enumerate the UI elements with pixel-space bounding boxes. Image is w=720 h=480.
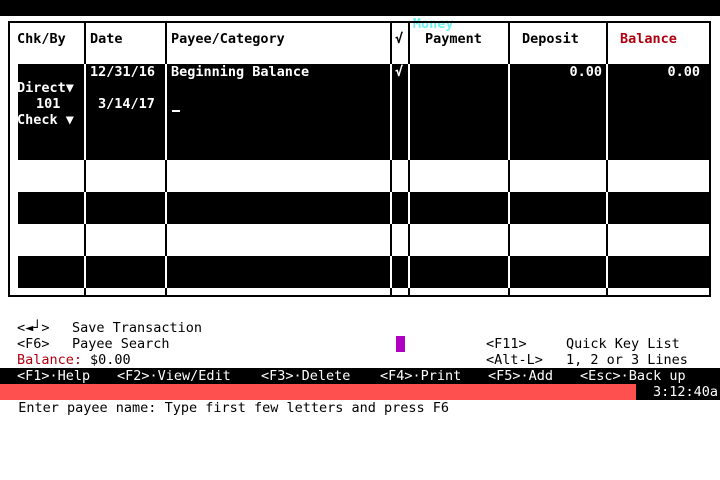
esc-back-up-key[interactable]: <Esc>·Back up xyxy=(580,368,686,384)
quick-key-list-label[interactable]: Quick Key List xyxy=(566,336,680,352)
f1-help-key[interactable]: <F1>·Help xyxy=(17,368,90,384)
scroll-up-arrow-icon[interactable]: ▲ xyxy=(701,80,709,96)
column-header-date: Date xyxy=(90,31,123,47)
payee-search-label[interactable]: Payee Search xyxy=(72,336,170,352)
column-header-payment: Payment xyxy=(425,31,482,47)
row2-method-dropdown-2[interactable]: Check ▼ xyxy=(17,112,74,128)
scroll-bottom-marker[interactable]: E xyxy=(701,272,709,288)
column-header-payee: Payee/Category xyxy=(171,31,285,47)
scroll-down-arrow-icon[interactable]: ▼ xyxy=(701,256,709,272)
column-divider xyxy=(390,256,392,288)
scroll-top-marker[interactable]: H xyxy=(701,64,709,80)
row1-deposit[interactable]: 0.00 xyxy=(522,64,602,80)
row2-check-number[interactable]: 101 xyxy=(36,96,60,112)
row1-payee[interactable]: Beginning Balance xyxy=(171,64,309,80)
status-message: Enter payee name: Type first few letters… xyxy=(18,400,450,416)
column-divider xyxy=(165,256,167,288)
column-header-balance: Balance xyxy=(620,31,677,47)
row1-cleared-mark[interactable]: √ xyxy=(395,64,403,80)
f5-add-key[interactable]: <F5>·Add xyxy=(488,368,553,384)
column-divider xyxy=(84,64,86,160)
balance-label: Balance: xyxy=(17,352,83,368)
payee-text-cursor[interactable] xyxy=(172,110,180,112)
function-key-bar: <F1>·Help <F2>·View/Edit <F3>·Delete <F4… xyxy=(0,368,720,384)
column-divider xyxy=(606,256,608,288)
column-divider xyxy=(390,64,392,160)
column-divider xyxy=(84,192,86,224)
column-divider xyxy=(408,192,410,224)
lines-label[interactable]: 1, 2 or 3 Lines xyxy=(566,352,688,368)
column-divider xyxy=(165,64,167,160)
clock: 3:12:40a xyxy=(636,384,720,400)
column-divider xyxy=(606,64,608,160)
balance-value: $0.00 xyxy=(90,352,131,368)
save-transaction-label[interactable]: Save Transaction xyxy=(72,320,202,336)
column-divider xyxy=(84,256,86,288)
f3-delete-key[interactable]: <F3>·Delete xyxy=(261,368,350,384)
cursor-block xyxy=(396,336,405,352)
f4-print-key[interactable]: <F4>·Print xyxy=(380,368,461,384)
column-header-cleared: √ xyxy=(395,31,404,47)
column-header-chkby: Chk/By xyxy=(17,31,66,47)
status-line: Enter payee name: Type first few letters… xyxy=(0,384,720,416)
save-key-hint[interactable]: <◄┘> xyxy=(17,320,50,336)
quick-key-hint[interactable]: <F11> xyxy=(486,336,527,352)
column-divider xyxy=(390,192,392,224)
column-divider xyxy=(606,192,608,224)
column-divider xyxy=(165,192,167,224)
f2-view-edit-key[interactable]: <F2>·View/Edit xyxy=(117,368,231,384)
lines-key-hint[interactable]: <Alt-L> xyxy=(486,352,543,368)
column-header-deposit: Deposit xyxy=(522,31,579,47)
row2-date[interactable]: 3/14/17 xyxy=(98,96,155,112)
column-divider xyxy=(408,256,410,288)
column-divider xyxy=(408,64,410,160)
row1-balance: 0.00 xyxy=(667,64,700,80)
window-title-bar: * CHECK REGISTER: Money * xyxy=(0,0,720,32)
column-divider xyxy=(508,256,510,288)
column-divider xyxy=(508,192,510,224)
row1-date[interactable]: 12/31/16 xyxy=(90,64,155,80)
column-divider xyxy=(508,64,510,160)
row2-method-dropdown-1[interactable]: Direct▼ xyxy=(17,80,74,96)
payee-search-key[interactable]: <F6> xyxy=(17,336,50,352)
